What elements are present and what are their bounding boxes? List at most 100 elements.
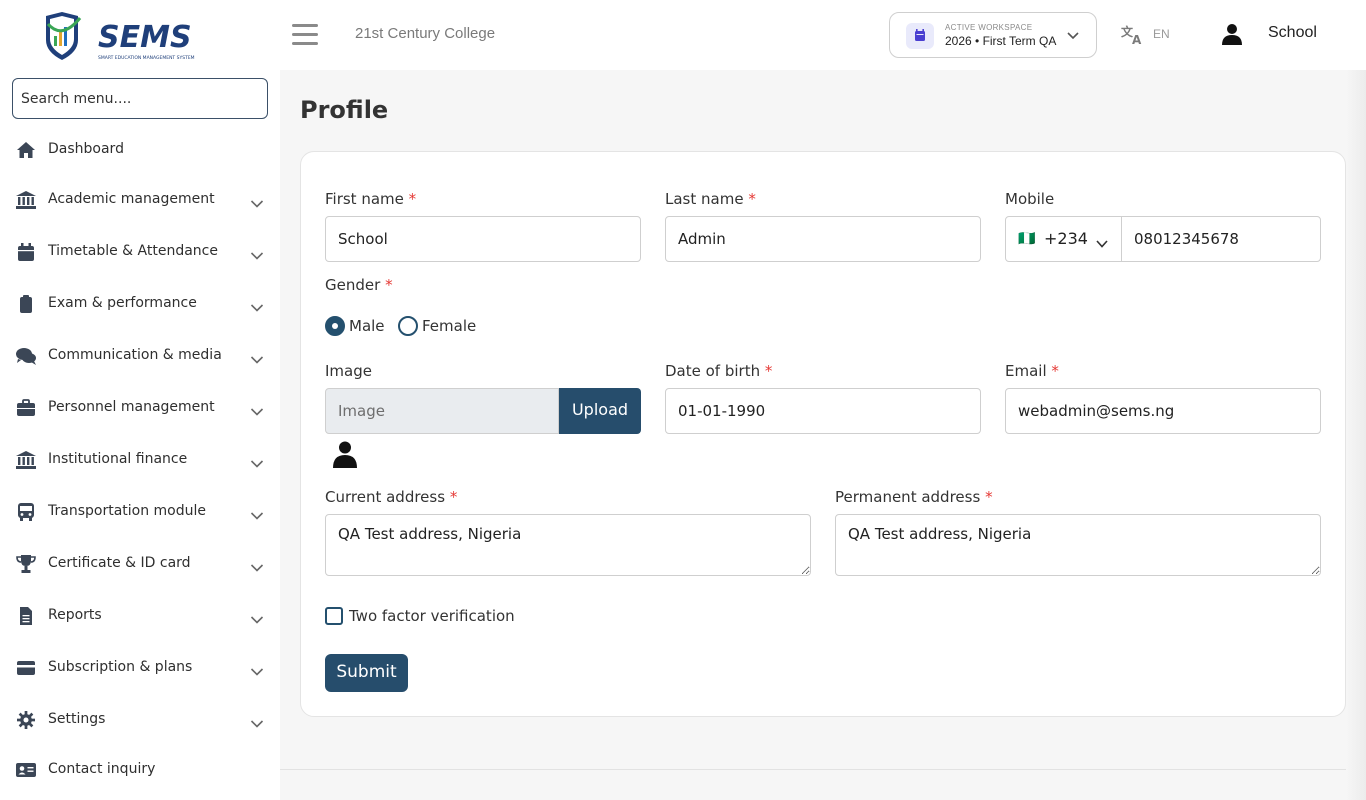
chevron-down-icon [250,558,264,577]
clipboard-icon [16,295,36,313]
bus-icon [16,503,36,521]
chevron-down-icon [250,454,264,473]
chevron-down-icon [250,246,264,265]
gender-female-radio[interactable]: Female [398,316,478,336]
avatar-placeholder-icon [332,440,358,472]
image-input[interactable] [325,388,559,434]
sidebar-item-transportation-module[interactable]: Transportation module [0,492,280,532]
current-address-label: Current address * [325,488,458,506]
brand-name: SEMS [98,20,192,55]
sidebar-item-academic-management[interactable]: Academic management [0,180,280,220]
two-factor-checkbox[interactable] [325,607,343,625]
permanent-address-textarea[interactable]: QA Test address, Nigeria [835,514,1321,576]
sidebar-item-label: Reports [48,607,102,623]
chevron-down-icon [1066,27,1080,46]
menu-toggle-icon[interactable] [292,24,318,46]
first-name-input[interactable] [325,216,641,262]
image-upload-group: Upload [325,388,641,434]
sidebar-item-label: Subscription & plans [48,659,193,675]
sems-logo[interactable]: SEMS SMART EDUCATION MANAGEMENT SYSTEM [40,10,220,62]
sidebar-item-label: Exam & performance [48,295,197,311]
chevron-down-icon [250,402,264,421]
sidebar-item-communication-media[interactable]: Communication & media [0,336,280,376]
sidebar-item-timetable-attendance[interactable]: Timetable & Attendance [0,232,280,272]
flag-icon: 🇳🇬 [1018,231,1036,247]
image-label: Image [325,362,372,380]
gender-male-radio[interactable]: Male [325,316,385,336]
sidebar: Dashboard Academic management Timetable … [0,70,280,800]
user-avatar-icon[interactable] [1220,22,1244,50]
sidebar-item-certificate-id-card[interactable]: Certificate & ID card [0,544,280,584]
email-label: Email * [1005,362,1059,380]
scroll-shade [1346,70,1366,800]
radio-unchecked-icon [398,316,418,336]
contact-icon [16,761,36,779]
last-name-label: Last name * [665,190,756,208]
sidebar-item-label: Transportation module [48,503,207,519]
menu-search-input[interactable] [12,78,268,119]
chevron-down-icon [250,298,264,317]
email-input[interactable] [1005,388,1321,434]
country-code-selector[interactable]: 🇳🇬 +234 [1005,216,1122,262]
bank-icon [16,191,36,209]
sidebar-item-label: Dashboard [48,141,124,157]
sidebar-item-label: Academic management [48,191,215,207]
sidebar-item-label: Settings [48,711,106,727]
dob-label: Date of birth * [665,362,773,380]
mobile-label: Mobile [1005,190,1055,208]
workspace-selector[interactable]: ACTIVE WORKSPACE 2026 • First Term QA [889,12,1097,58]
user-name[interactable]: School [1268,24,1317,42]
footer-divider [280,769,1366,770]
page-title: Profile [300,96,389,124]
last-name-input[interactable] [665,216,981,262]
sidebar-item-personnel-management[interactable]: Personnel management [0,388,280,428]
gender-male-label: Male [349,317,385,335]
chevron-down-icon [250,662,264,681]
radio-checked-icon [325,316,345,336]
card-icon [16,659,36,677]
submit-button[interactable]: Submit [325,654,408,692]
bank-icon [16,451,36,469]
chevron-down-icon [250,506,264,525]
chevron-down-icon [250,610,264,629]
sidebar-item-label: Communication & media [48,347,222,363]
country-code: +234 [1044,229,1088,248]
translate-icon[interactable]: 文 A [1121,23,1145,49]
sidebar-item-label: Certificate & ID card [48,555,191,571]
mobile-input[interactable] [1121,216,1321,262]
top-header: SEMS SMART EDUCATION MANAGEMENT SYSTEM 2… [0,0,1366,70]
sidebar-item-institutional-finance[interactable]: Institutional finance [0,440,280,480]
chevron-down-icon [250,350,264,369]
chat-icon [16,347,36,365]
sidebar-item-label: Timetable & Attendance [48,243,218,259]
two-factor-label[interactable]: Two factor verification [349,607,515,625]
sidebar-item-reports[interactable]: Reports [0,596,280,636]
file-icon [16,607,36,625]
dob-input[interactable] [665,388,981,434]
gear-icon [16,711,36,729]
brand-tagline: SMART EDUCATION MANAGEMENT SYSTEM [98,55,195,61]
upload-button[interactable]: Upload [559,388,641,434]
briefcase-icon [16,399,36,417]
workspace-label: ACTIVE WORKSPACE [945,23,1033,32]
svg-text:A: A [1132,33,1142,45]
current-address-textarea[interactable]: QA Test address, Nigeria [325,514,811,576]
sidebar-item-settings[interactable]: Settings [0,700,280,740]
language-code[interactable]: EN [1153,27,1170,41]
college-name: 21st Century College [355,25,496,42]
sidebar-item-contact-inquiry[interactable]: Contact inquiry [0,750,280,790]
chevron-down-icon [250,194,264,213]
sidebar-item-label: Personnel management [48,399,215,415]
home-icon [16,141,36,159]
gender-female-label: Female [422,317,477,335]
chevron-down-icon [1096,234,1108,253]
trophy-icon [16,555,36,573]
sidebar-item-dashboard[interactable]: Dashboard [0,130,280,170]
sidebar-item-label: Institutional finance [48,451,188,467]
calendar-icon [16,243,36,261]
chevron-down-icon [250,714,264,733]
calendar-icon [906,23,934,49]
gender-label: Gender * [325,276,393,294]
sidebar-item-subscription-plans[interactable]: Subscription & plans [0,648,280,688]
sidebar-item-exam-performance[interactable]: Exam & performance [0,284,280,324]
